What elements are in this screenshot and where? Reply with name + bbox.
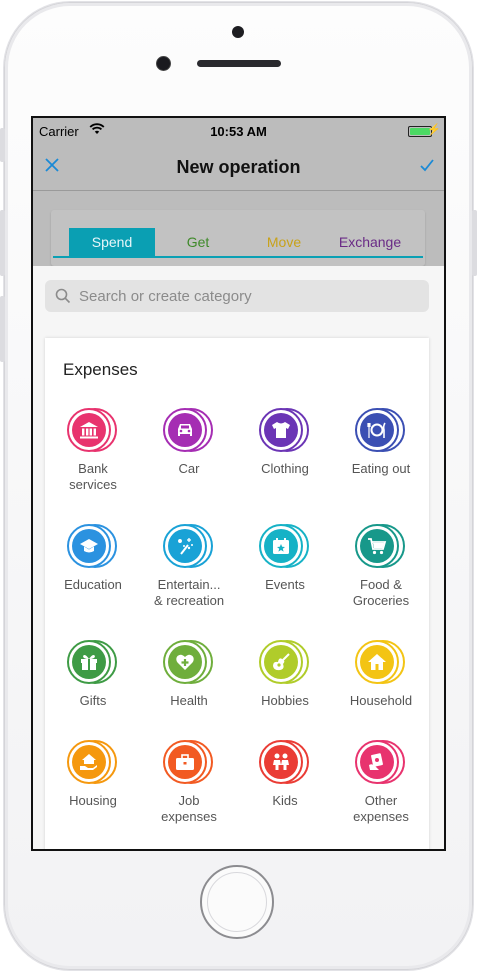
house-hand-icon [80, 754, 97, 770]
category-icon-badge [259, 408, 311, 454]
category-icon-badge [163, 524, 215, 570]
category-icon-badge [259, 740, 311, 786]
volume-up-button [0, 210, 5, 276]
gift-icon [81, 655, 97, 670]
category-label: Car [178, 461, 200, 476]
category-label: Job expenses [161, 793, 217, 824]
category-icon-badge [163, 408, 215, 454]
category-label: Household [349, 693, 413, 708]
category-label: Entertain... & recreation [153, 577, 225, 608]
category-briefcase[interactable]: Job expenses [141, 740, 237, 825]
category-icon-badge [259, 524, 311, 570]
category-icon-badge [67, 640, 119, 686]
category-bank[interactable]: Bank services [45, 408, 141, 493]
search-input[interactable]: Search or create category [45, 280, 429, 312]
shopping-cart-icon [368, 538, 387, 555]
category-label: Health [170, 693, 208, 708]
graduation-cap-icon [80, 539, 98, 553]
category-icon-badge [355, 640, 407, 686]
briefcase-icon [176, 754, 194, 770]
tshirt-icon [272, 422, 290, 438]
category-heart-plus[interactable]: Health [141, 640, 237, 709]
category-icon-badge [355, 740, 407, 786]
guitar-icon [273, 653, 290, 671]
heart-plus-icon [176, 654, 194, 670]
mute-switch [0, 128, 5, 162]
category-label: Other expenses [353, 793, 409, 824]
category-guitar[interactable]: Hobbies [237, 640, 333, 709]
tab-get[interactable]: Get [155, 228, 241, 256]
charging-icon: ⚡ [427, 124, 441, 136]
calendar-star-icon [273, 538, 289, 554]
dim-overlay: Carrier 10:53 AM ⚡ New operation Spend G… [33, 118, 444, 266]
category-label: Food & Groceries [352, 577, 410, 608]
bank-icon [80, 422, 98, 439]
tab-exchange[interactable]: Exchange [327, 228, 413, 256]
category-label: Gifts [79, 693, 107, 708]
category-label: Events [265, 577, 305, 592]
kids-icon [273, 753, 289, 770]
page-title: New operation [176, 157, 301, 177]
category-icon-badge [163, 740, 215, 786]
category-money-hand[interactable]: Other expenses [333, 740, 429, 825]
front-camera [156, 56, 171, 71]
category-icon-badge [67, 524, 119, 570]
category-fireworks[interactable]: Entertain... & recreation [141, 524, 237, 609]
expenses-card: Expenses Bank services Car Clothing Eating o… [45, 338, 429, 849]
power-button [472, 210, 477, 276]
category-kids[interactable]: Kids [237, 740, 333, 809]
category-house-hand[interactable]: Housing [45, 740, 141, 809]
restaurant-icon [367, 422, 386, 438]
category-label: Housing [69, 793, 117, 808]
category-icon-badge [259, 640, 311, 686]
category-label: Eating out [351, 461, 411, 476]
category-icon-badge [355, 408, 407, 454]
category-graduation-cap[interactable]: Education [45, 524, 141, 593]
category-house[interactable]: Household [333, 640, 429, 709]
fireworks-icon [178, 538, 193, 555]
category-restaurant[interactable]: Eating out [333, 408, 429, 477]
volume-down-button [0, 296, 5, 362]
category-car[interactable]: Car [141, 408, 237, 477]
navigation-bar: New operation [33, 144, 444, 191]
earpiece-speaker [197, 60, 281, 67]
category-gift[interactable]: Gifts [45, 640, 141, 709]
category-icon-badge [67, 740, 119, 786]
category-icon-badge [163, 640, 215, 686]
status-time: 10:53 AM [210, 124, 267, 139]
search-icon [55, 288, 71, 304]
category-icon-badge [67, 408, 119, 454]
app-screen: Carrier 10:53 AM ⚡ New operation Spend G… [31, 116, 446, 851]
search-placeholder: Search or create category [79, 288, 252, 305]
home-button[interactable] [200, 865, 274, 939]
status-bar: Carrier 10:53 AM ⚡ [33, 118, 444, 144]
proximity-sensor [232, 26, 244, 38]
tabs-underline [53, 256, 423, 258]
category-label: Hobbies [261, 693, 309, 708]
category-shopping-cart[interactable]: Food & Groceries [333, 524, 429, 609]
category-icon-badge [355, 524, 407, 570]
category-sheet: Search or create category Expenses Bank s… [33, 266, 444, 849]
category-tshirt[interactable]: Clothing [237, 408, 333, 477]
operation-type-tabs: Spend Get Move Exchange [51, 210, 425, 266]
money-hand-icon [369, 753, 383, 770]
category-calendar-star[interactable]: Events [237, 524, 333, 593]
tab-move[interactable]: Move [241, 228, 327, 256]
section-title: Expenses [63, 360, 138, 379]
category-label: Clothing [261, 461, 309, 476]
house-icon [368, 654, 386, 670]
checkmark-icon[interactable] [416, 154, 438, 176]
category-label: Education [64, 577, 122, 592]
tab-spend[interactable]: Spend [69, 228, 155, 256]
car-icon [178, 424, 192, 436]
category-label: Kids [272, 793, 298, 808]
category-label: Bank services [69, 461, 117, 492]
